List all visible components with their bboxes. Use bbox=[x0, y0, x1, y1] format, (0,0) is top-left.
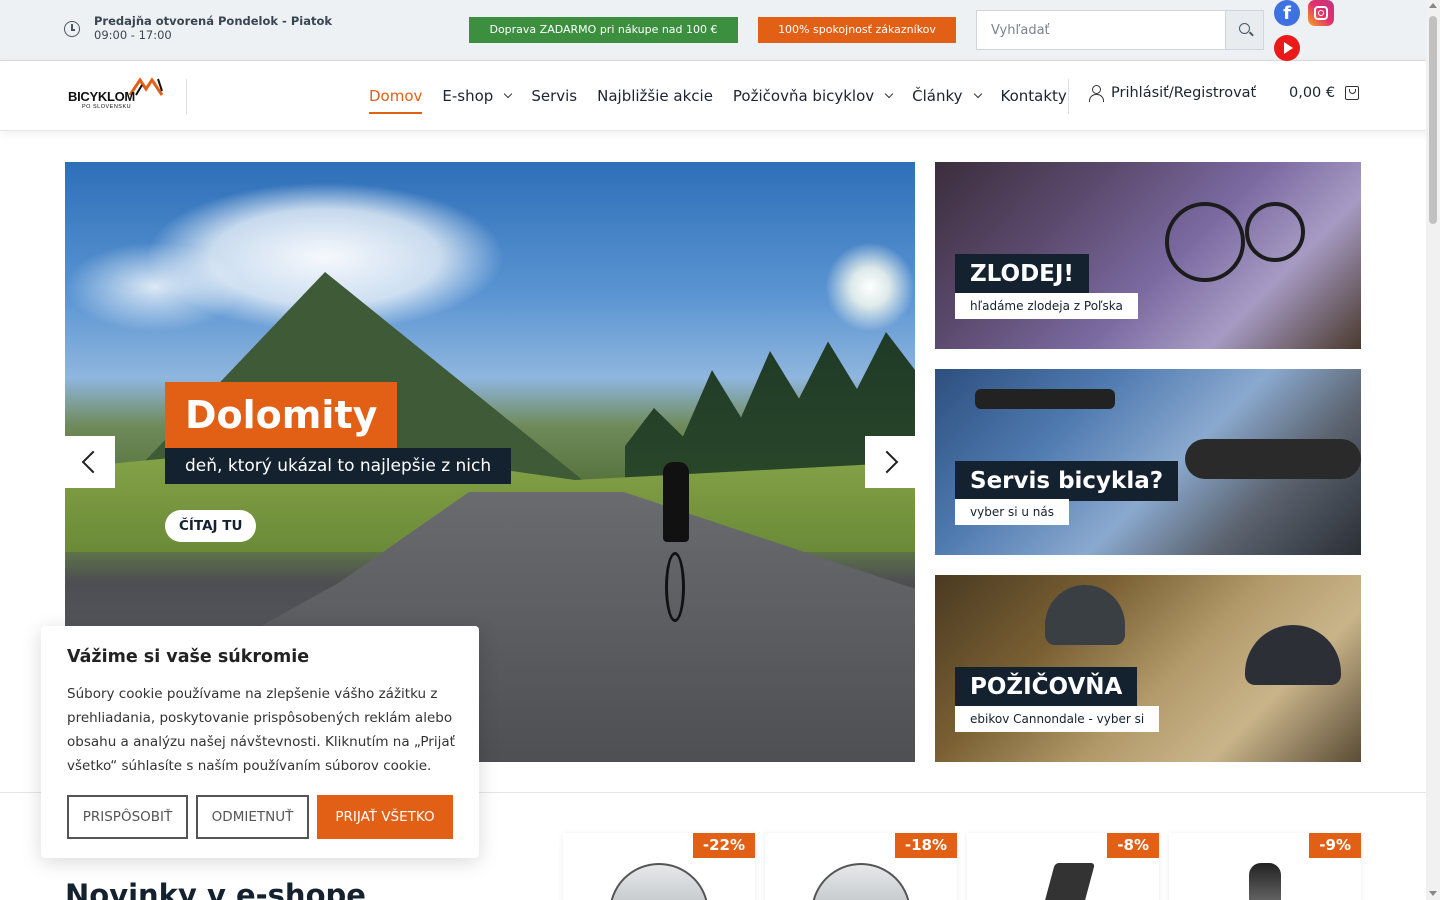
nav-item-eshop[interactable]: E-shop bbox=[442, 61, 513, 131]
promo-tile-thief[interactable]: ZLODEJ! hľadáme zlodeja z Poľska bbox=[935, 162, 1361, 349]
cookie-text: Súbory cookie používame na zlepšenie váš… bbox=[67, 686, 455, 774]
bike-wheel-decor bbox=[1165, 202, 1245, 282]
helmet-product-image bbox=[609, 863, 709, 900]
bike-wheel-decor bbox=[1245, 202, 1305, 262]
search-input[interactable] bbox=[977, 11, 1225, 49]
product-card[interactable]: -9% bbox=[1169, 833, 1361, 900]
cookie-customize-button[interactable]: PRISPÔSOBIŤ bbox=[67, 795, 188, 839]
helmet-product-image bbox=[811, 863, 911, 900]
free-shipping-badge: Doprava ZADARMO pri nákupe nad 100 € bbox=[469, 17, 738, 43]
nav-divider bbox=[1068, 79, 1069, 114]
promo-tile-rental[interactable]: POŽIČOVŇA ebikov Cannondale - vyber si bbox=[935, 575, 1361, 762]
discount-badge: -9% bbox=[1309, 833, 1361, 858]
page-scrollbar[interactable] bbox=[1426, 0, 1440, 900]
hero-read-button[interactable]: ČÍTAJ TU bbox=[165, 510, 257, 542]
nav-item-service[interactable]: Servis bbox=[531, 61, 577, 131]
chevron-down-icon bbox=[504, 89, 513, 99]
shopping-bag-icon bbox=[1345, 86, 1360, 100]
nav-item-label: Články bbox=[912, 87, 963, 105]
discount-badge: -22% bbox=[692, 833, 755, 858]
store-hours-text: Predajňa otvorená Pondelok - Piatok 09:0… bbox=[94, 14, 332, 42]
hero-subtitle: deň, ktorý ukázal to najlepšie z nich bbox=[165, 448, 512, 484]
slider-next-button[interactable] bbox=[865, 436, 915, 488]
cookie-title: Vážime si vaše súkromie bbox=[67, 647, 310, 667]
clock-icon bbox=[64, 21, 80, 37]
store-hours: Predajňa otvorená Pondelok - Piatok 09:0… bbox=[64, 14, 332, 42]
nav-item-label: Kontakty bbox=[1000, 87, 1067, 105]
nav-item-label: Domov bbox=[369, 87, 423, 105]
tile-title: POŽIČOVŇA bbox=[955, 667, 1138, 707]
logo-subtext: PO SLOVENSKU bbox=[82, 104, 132, 110]
cyclist-wheel bbox=[665, 552, 685, 622]
youtube-icon[interactable] bbox=[1274, 35, 1300, 61]
scrollbar-thumb[interactable] bbox=[1429, 16, 1437, 224]
promo-tile-service[interactable]: Servis bicykla? vyber si u nás bbox=[935, 369, 1361, 555]
account-label: Prihlásiť/Registrovať bbox=[1111, 85, 1257, 101]
nav-item-contacts[interactable]: Kontakty bbox=[1001, 61, 1067, 131]
store-hours-days: Predajňa otvorená Pondelok - Piatok bbox=[94, 14, 332, 28]
nav-item-label: Najbližšie akcie bbox=[597, 87, 713, 105]
product-card[interactable]: -8% bbox=[967, 833, 1159, 900]
tile-subtitle: hľadáme zlodeja z Poľska bbox=[955, 293, 1138, 319]
facebook-icon[interactable]: f bbox=[1274, 0, 1300, 26]
user-icon bbox=[1088, 85, 1104, 102]
site-logo[interactable]: BICYKLOM PO SLOVENSKU bbox=[68, 77, 168, 115]
top-info-bar: Predajňa otvorená Pondelok - Piatok 09:0… bbox=[0, 0, 1440, 61]
search-button[interactable] bbox=[1225, 11, 1263, 49]
helmet-decor bbox=[1045, 585, 1125, 645]
store-hours-time: 09:00 - 17:00 bbox=[94, 28, 172, 42]
nav-item-articles[interactable]: Články bbox=[912, 61, 982, 131]
logo-text: BICYKLOM bbox=[68, 89, 135, 104]
nav-item-label: Požičovňa bicyklov bbox=[732, 87, 875, 105]
tile-title: Servis bicykla? bbox=[955, 461, 1179, 501]
search-box bbox=[976, 10, 1264, 50]
tile-title: ZLODEJ! bbox=[955, 254, 1089, 294]
logo-divider bbox=[186, 79, 187, 114]
instagram-icon[interactable] bbox=[1308, 0, 1334, 26]
scroll-up-icon[interactable] bbox=[1429, 3, 1437, 8]
cart-total: 0,00 € bbox=[1289, 85, 1336, 101]
search-icon bbox=[1239, 23, 1250, 34]
cyclist-body bbox=[663, 462, 689, 542]
product-card[interactable]: -22% bbox=[563, 833, 755, 900]
tile-subtitle: vyber si u nás bbox=[955, 499, 1069, 525]
cookie-reject-button[interactable]: ODMIETNUŤ bbox=[196, 795, 309, 839]
cookie-accept-button[interactable]: PRIJAŤ VŠETKO bbox=[317, 795, 453, 839]
main-nav: Domov E-shop Servis Najbližšie akcie Pož… bbox=[369, 61, 1087, 131]
slider-prev-button[interactable] bbox=[65, 436, 115, 488]
nav-item-events[interactable]: Najbližšie akcie bbox=[597, 61, 713, 131]
bottle-product-image bbox=[1249, 863, 1281, 900]
discount-badge: -8% bbox=[1107, 833, 1159, 858]
handlebar-decor bbox=[1185, 439, 1361, 479]
nav-item-home[interactable]: Domov bbox=[369, 61, 423, 131]
chevron-down-icon bbox=[973, 89, 982, 99]
scroll-down-icon[interactable] bbox=[1429, 891, 1437, 896]
hero-sun-decor bbox=[825, 242, 915, 332]
main-header: BICYKLOM PO SLOVENSKU Domov E-shop Servi… bbox=[0, 61, 1440, 131]
tool-decor bbox=[975, 389, 1115, 409]
nav-item-label: Servis bbox=[531, 87, 578, 105]
account-link[interactable]: Prihlásiť/Registrovať bbox=[1088, 85, 1257, 102]
hero-cyclist-image bbox=[655, 452, 695, 632]
cart-button[interactable]: 0,00 € bbox=[1289, 85, 1360, 101]
nav-item-label: E-shop bbox=[442, 87, 494, 105]
discount-badge: -18% bbox=[894, 833, 957, 858]
product-card[interactable]: -18% bbox=[765, 833, 957, 900]
cookie-consent-dialog: Vážime si vaše súkromie Súbory cookie po… bbox=[41, 626, 479, 858]
helmet-decor bbox=[1245, 625, 1341, 685]
new-products-title: Novinky v e-shope bbox=[65, 878, 366, 900]
chevron-down-icon bbox=[884, 89, 894, 99]
nav-item-rental[interactable]: Požičovňa bicyklov bbox=[732, 61, 894, 131]
satisfaction-badge: 100% spokojnosť zákazníkov bbox=[758, 17, 956, 43]
tool-product-image bbox=[1038, 863, 1096, 900]
tile-subtitle: ebikov Cannondale - vyber si bbox=[955, 706, 1160, 732]
hero-title: Dolomity bbox=[165, 382, 398, 448]
